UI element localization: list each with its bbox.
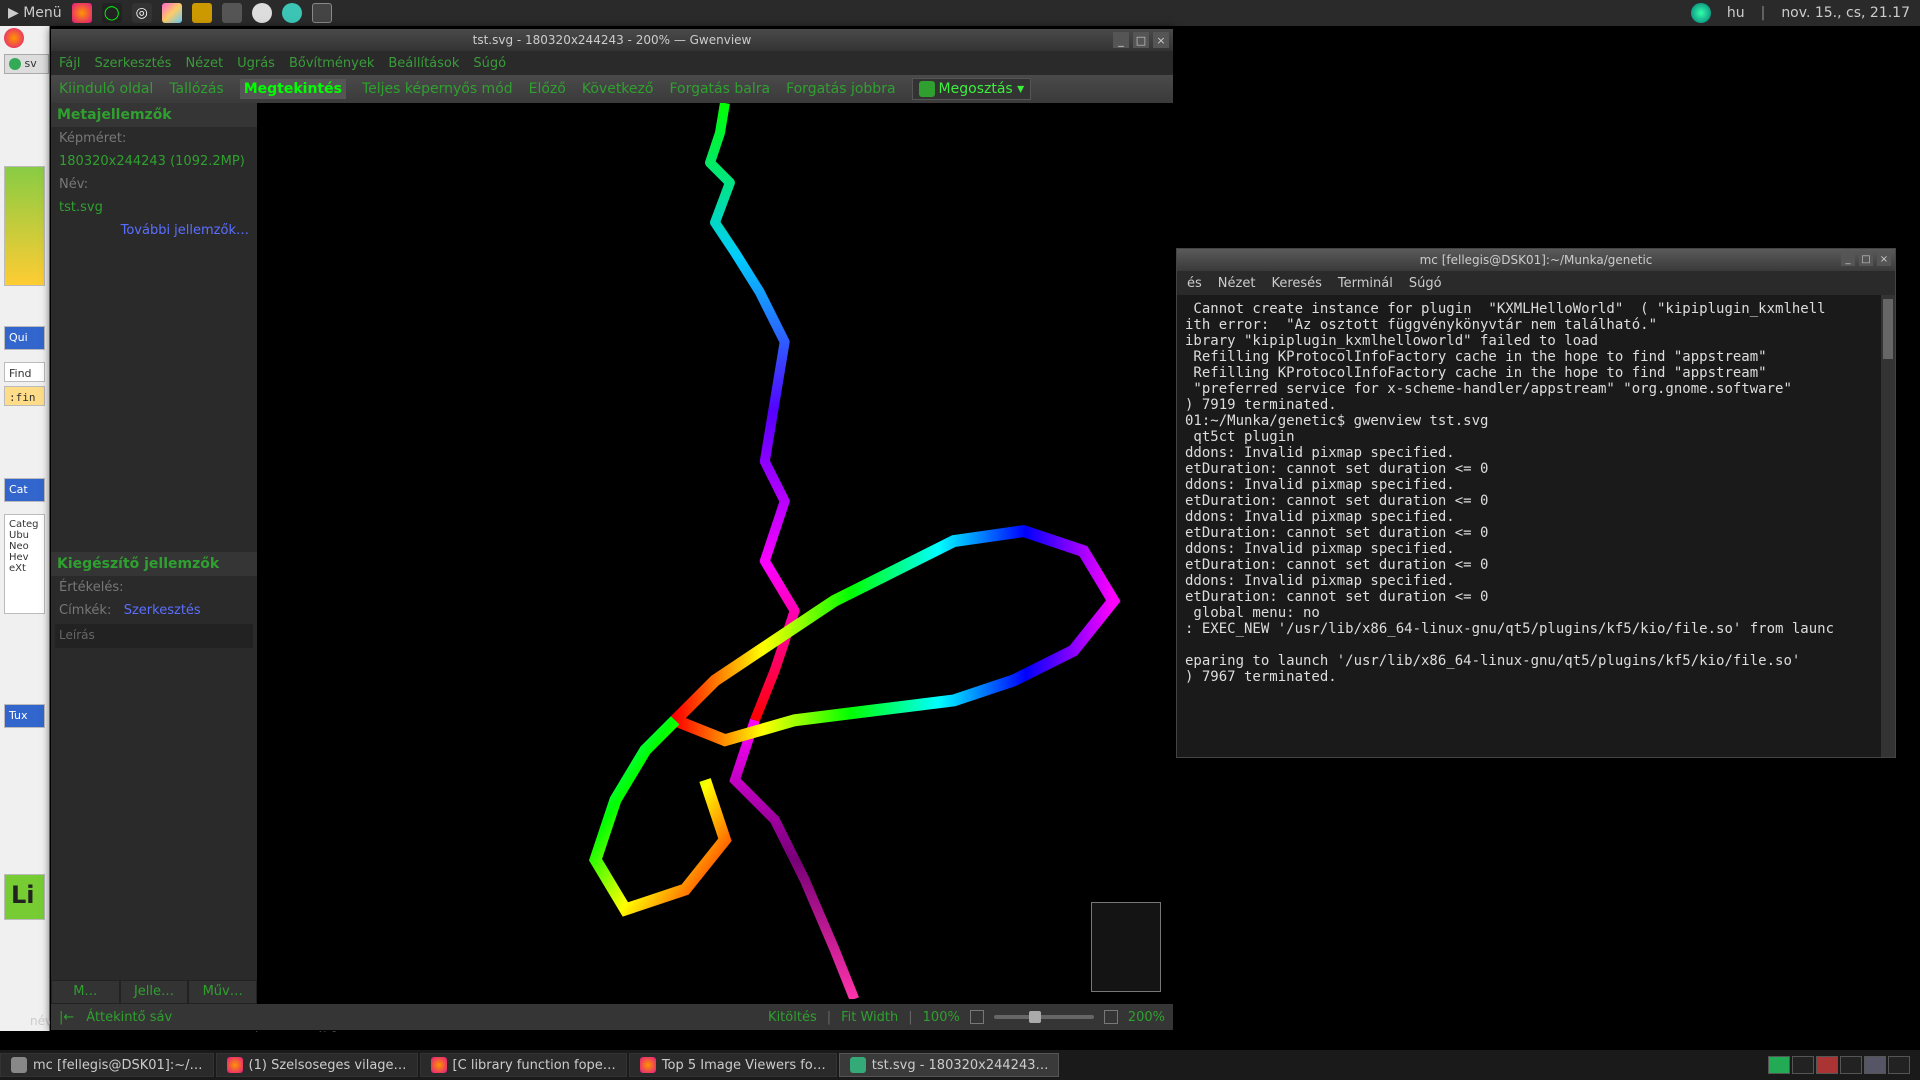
terminal-icon (11, 1057, 27, 1073)
extra-header: Kiegészítő jellemzők (51, 552, 257, 576)
menu-help[interactable]: Súgó (1409, 276, 1442, 291)
browser-tab: sv (4, 54, 49, 74)
window-title: mc [fellegis@DSK01]:~/Munka/genetic (1420, 253, 1653, 267)
window-titlebar[interactable]: tst.svg - 180320x244243 - 200% — Gwenvie… (51, 29, 1173, 51)
edit-tags-link[interactable]: Szerkesztés (124, 603, 201, 618)
zoom-fill-button[interactable]: Kitöltés (768, 1010, 817, 1025)
network-icon[interactable] (1691, 3, 1711, 23)
tags-label: Címkék: (59, 603, 111, 618)
firefox-icon (227, 1057, 243, 1073)
terminal-window: mc [fellegis@DSK01]:~/Munka/genetic _ □ … (1176, 248, 1896, 758)
minimize-button[interactable]: _ (1113, 32, 1129, 48)
firefox-icon[interactable] (72, 3, 92, 23)
tray-icon[interactable] (252, 3, 272, 23)
image-canvas[interactable] (257, 103, 1173, 1004)
taskbar-item[interactable]: tst.svg - 180320x244243… (839, 1053, 1060, 1077)
statusbar: |← Áttekintő sáv Kitöltés | Fit Width | … (51, 1004, 1173, 1030)
menu-edit[interactable]: Szerkesztés (94, 56, 171, 71)
separator-icon: | (1761, 5, 1766, 21)
menu-terminal[interactable]: Terminál (1338, 276, 1393, 291)
firefox-icon (640, 1057, 656, 1073)
clock[interactable]: nov. 15., cs, 21.17 (1781, 5, 1910, 21)
menu-item[interactable]: és (1187, 276, 1202, 291)
taskbar-item[interactable]: mc [fellegis@DSK01]:~/… (0, 1053, 214, 1077)
tray-icon[interactable]: ◎ (132, 3, 152, 23)
image-size-value: 180320x244243 (1092.2MP) (51, 150, 257, 173)
toolbar: Kiinduló oldal Tallózás Megtekintés Telj… (51, 75, 1173, 103)
app-menu-button[interactable]: ▶ Menü (8, 5, 62, 21)
firefox-icon (4, 28, 24, 48)
tray-icon[interactable] (282, 3, 302, 23)
firefox-icon (431, 1057, 447, 1073)
image-name-label: Név: (51, 173, 257, 196)
terminal-output[interactable]: Cannot create instance for plugin "KXMLH… (1177, 295, 1895, 691)
close-button[interactable]: × (1877, 252, 1891, 266)
menu-plugins[interactable]: Bővítmények (289, 56, 374, 71)
fullscreen-button[interactable]: Teljes képernyős mód (362, 81, 513, 97)
image-name-value: tst.svg (51, 196, 257, 219)
menu-view[interactable]: Nézet (185, 56, 223, 71)
zoom-value: 200% (1128, 1010, 1165, 1025)
maximize-button[interactable]: □ (1133, 32, 1149, 48)
rotate-left-button[interactable]: Forgatás balra (669, 81, 770, 97)
scrollbar[interactable] (1881, 295, 1895, 757)
minimize-button[interactable]: _ (1841, 252, 1855, 266)
tab-operations[interactable]: Műv… (188, 980, 257, 1004)
meta-header: Metajellemzők (51, 103, 257, 127)
menu-go[interactable]: Ugrás (237, 56, 275, 71)
gwenview-window: tst.svg - 180320x244243 - 200% — Gwenvie… (50, 28, 1174, 1031)
close-button[interactable]: × (1153, 32, 1169, 48)
menu-view[interactable]: Nézet (1218, 276, 1256, 291)
menu-settings[interactable]: Beállítások (388, 56, 459, 71)
menu-search[interactable]: Keresés (1271, 276, 1321, 291)
terminal-icon[interactable] (312, 3, 332, 23)
next-button[interactable]: Következő (582, 81, 654, 97)
tray-icon[interactable]: ◯ (102, 3, 122, 23)
svg-image (257, 103, 1173, 999)
prev-button[interactable]: Előző (529, 81, 566, 97)
zoom-fitwidth-button[interactable]: Fit Width (841, 1010, 898, 1025)
background-window: sv Qui Find :fin Cat CategUbuNeoHeveXt T… (0, 26, 50, 1031)
desktop-pager[interactable] (1768, 1056, 1920, 1074)
start-page-button[interactable]: Kiinduló oldal (59, 81, 153, 97)
zoom-100-button[interactable]: 100% (923, 1010, 960, 1025)
tab-properties[interactable]: Jelle… (120, 980, 189, 1004)
chrome-icon[interactable] (162, 3, 182, 23)
keyboard-layout[interactable]: hu (1727, 5, 1745, 21)
tray-icon[interactable] (222, 3, 242, 23)
zoom-out-icon[interactable] (970, 1010, 984, 1024)
share-icon (919, 81, 935, 97)
menu-file[interactable]: Fájl (59, 56, 80, 71)
menubar: és Nézet Keresés Terminál Súgó (1177, 271, 1895, 295)
rotate-right-button[interactable]: Forgatás jobbra (786, 81, 895, 97)
taskbar-item[interactable]: (1) Szelsoseges vilage… (216, 1053, 418, 1077)
sidebar: Metajellemzők Képméret: 180320x244243 (1… (51, 103, 257, 1004)
tray-icon[interactable] (192, 3, 212, 23)
browse-button[interactable]: Tallózás (169, 81, 223, 97)
arrow-icon[interactable]: |← (59, 1010, 74, 1025)
zoom-slider[interactable] (994, 1015, 1094, 1019)
view-button[interactable]: Megtekintés (240, 79, 346, 99)
menu-help[interactable]: Súgó (473, 56, 506, 71)
menubar: Fájl Szerkesztés Nézet Ugrás Bővítmények… (51, 51, 1173, 75)
window-title: tst.svg - 180320x244243 - 200% — Gwenvie… (473, 33, 752, 47)
taskbar: mc [fellegis@DSK01]:~/… (1) Szelsoseges … (0, 1050, 1920, 1080)
window-titlebar[interactable]: mc [fellegis@DSK01]:~/Munka/genetic _ □ … (1177, 249, 1895, 271)
rating-label: Értékelés: (51, 576, 257, 599)
maximize-button[interactable]: □ (1859, 252, 1873, 266)
taskbar-item[interactable]: Top 5 Image Viewers fo… (629, 1053, 837, 1077)
app-menu-label: Menü (23, 5, 61, 21)
image-size-label: Képméret: (51, 127, 257, 150)
tab-folders[interactable]: M… (51, 980, 120, 1004)
share-button[interactable]: Megosztás ▾ (912, 78, 1032, 100)
taskbar-item[interactable]: [C library function fope… (420, 1053, 627, 1077)
zoom-in-icon[interactable] (1104, 1010, 1118, 1024)
navigator-box[interactable] (1091, 902, 1161, 992)
description-field[interactable]: Leírás (55, 624, 253, 648)
gwenview-icon (850, 1057, 866, 1073)
overview-strip[interactable]: Áttekintő sáv (86, 1010, 172, 1025)
more-properties-link[interactable]: További jellemzők… (51, 219, 257, 242)
